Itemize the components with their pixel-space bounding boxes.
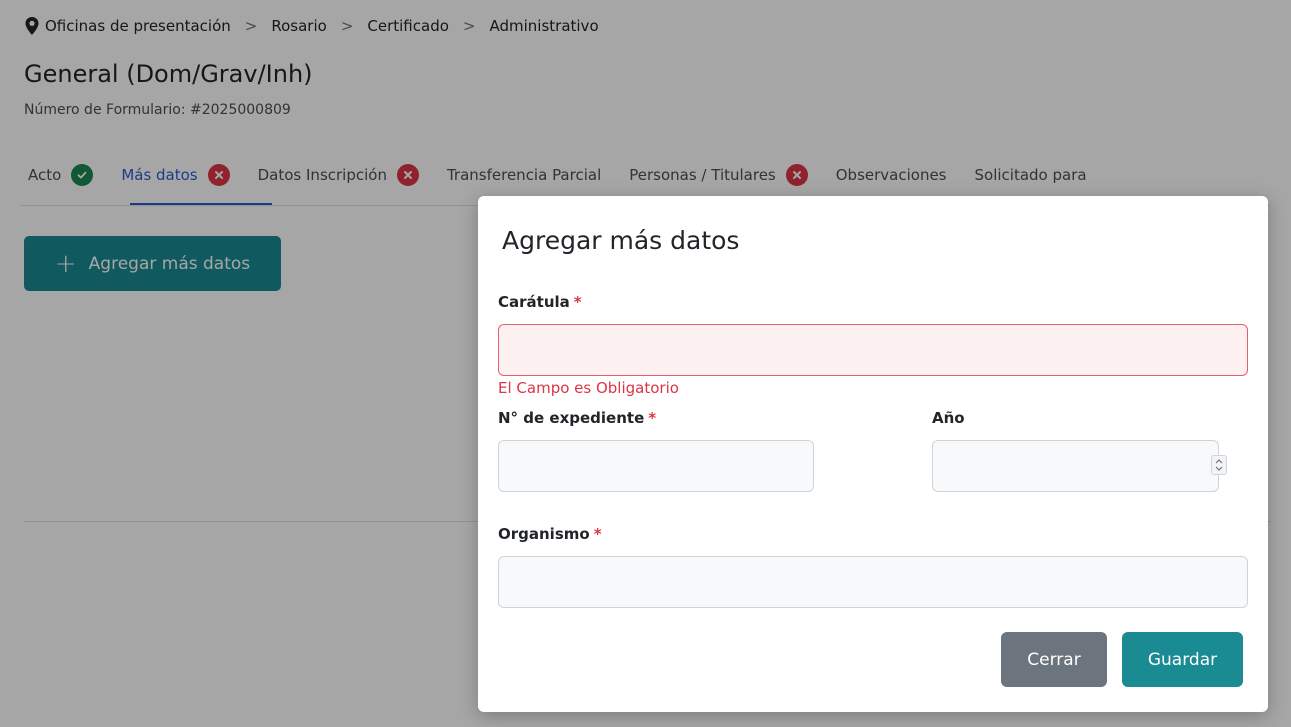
organismo-label: Organismo * [498,525,602,543]
add-more-data-modal: Agregar más datos Carátula * El Campo es … [478,196,1268,712]
organismo-input[interactable] [498,556,1248,608]
modal-title: Agregar más datos [502,226,740,255]
organismo-label-text: Organismo [498,525,590,543]
required-marker: * [648,409,657,427]
required-marker: * [573,293,582,311]
caratula-label: Carátula * [498,293,582,311]
number-stepper-icon[interactable] [1211,455,1227,475]
caratula-label-text: Carátula [498,293,570,311]
anio-input[interactable] [932,440,1219,492]
anio-label: Año [932,409,965,427]
caratula-input[interactable] [498,324,1248,376]
caratula-error-message: El Campo es Obligatorio [498,379,679,397]
expediente-label-text: N° de expediente [498,409,645,427]
expediente-label: N° de expediente * [498,409,656,427]
page: Oficinas de presentación > Rosario > Cer… [0,0,1291,727]
save-button[interactable]: Guardar [1122,632,1243,687]
expediente-input[interactable] [498,440,814,492]
close-button[interactable]: Cerrar [1001,632,1107,687]
required-marker: * [593,525,602,543]
